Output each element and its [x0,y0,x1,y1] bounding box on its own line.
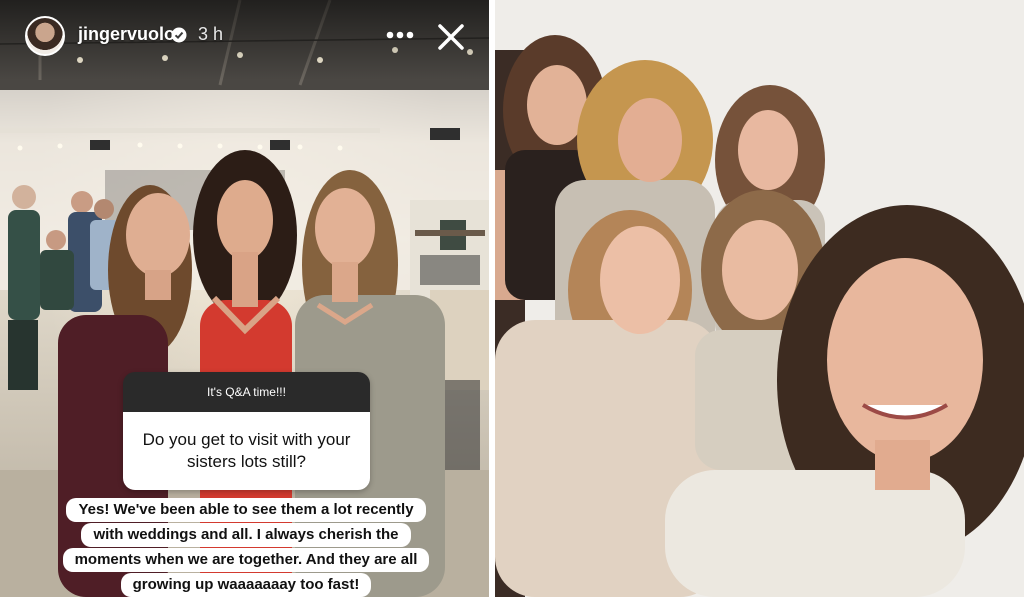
username[interactable]: jingervuolo [78,24,175,45]
instagram-story: jingervuolo 3 h It's Q&A time!!! Do you … [0,0,489,597]
answer-line: growing up waaaaaaay too fast! [120,573,372,597]
question-sticker: It's Q&A time!!! Do you get to visit wit… [123,372,370,490]
question-text: Do you get to visit with your sisters lo… [123,412,370,490]
more-options-icon[interactable] [383,23,417,47]
answer-line: Yes! We've been able to see them a lot r… [66,498,426,522]
verified-badge-icon [171,27,187,43]
answer-line: with weddings and all. I always cherish … [81,523,411,547]
avatar[interactable] [25,16,65,56]
selfie-illustration [495,0,1024,597]
close-icon[interactable] [436,22,466,52]
answer-line: moments when we are together. And they a… [62,548,430,572]
answer-caption: Yes! We've been able to see them a lot r… [26,498,466,597]
story-header: jingervuolo 3 h [0,0,489,80]
group-selfie-photo [495,0,1024,597]
question-header: It's Q&A time!!! [123,372,370,412]
story-timestamp: 3 h [198,24,224,44]
